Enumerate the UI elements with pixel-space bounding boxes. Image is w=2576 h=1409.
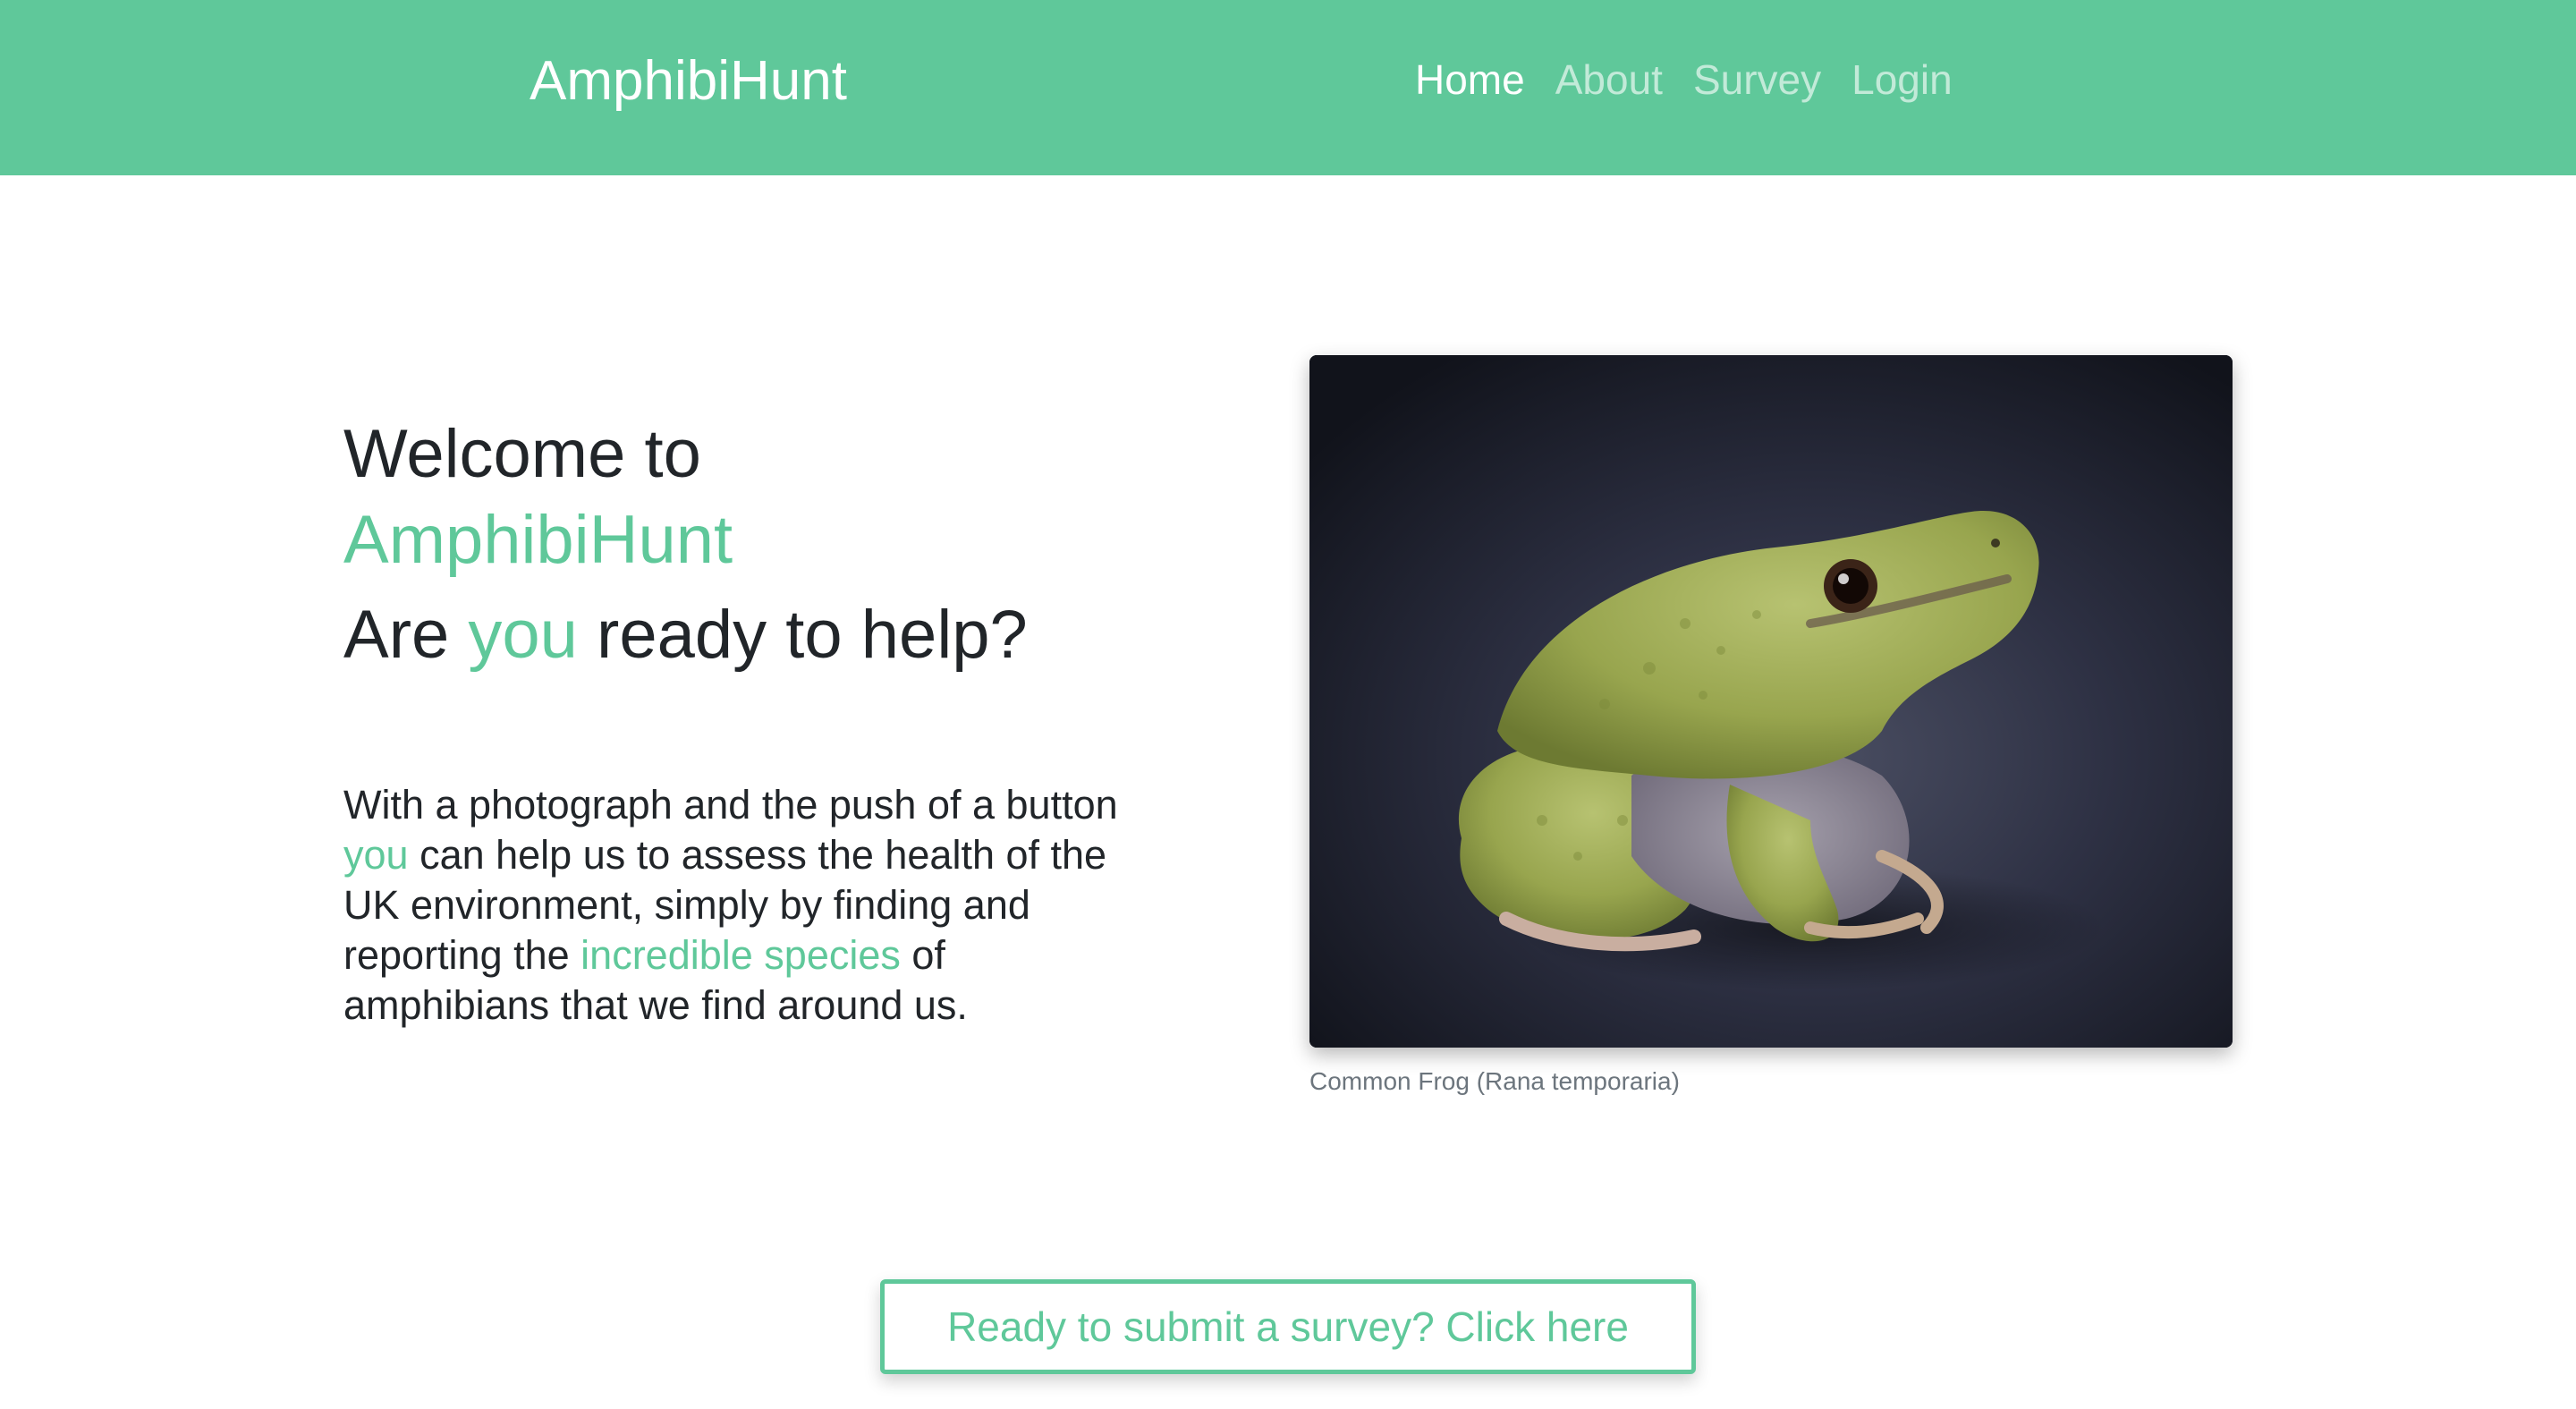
frog-caption: Common Frog (Rana temporaria) — [1309, 1067, 1680, 1095]
brand-heading: AmphibiHunt — [343, 502, 733, 578]
intro-accent-species: incredible species — [580, 932, 901, 978]
ready-heading: Are you ready to help? — [343, 592, 1131, 678]
intro-part1: With a photograph and the push of a butt… — [343, 782, 1118, 828]
nav-links: Home About Survey Login — [1415, 50, 1953, 109]
ready-heading-part1: Are — [343, 597, 469, 673]
intro-accent-you: you — [343, 832, 409, 878]
frog-illustration — [1309, 355, 2233, 1048]
nav-link-about[interactable]: About — [1555, 50, 1663, 109]
ready-heading-part2: ready to help? — [577, 597, 1028, 673]
frog-photo — [1309, 355, 2233, 1048]
submit-survey-button[interactable]: Ready to submit a survey? Click here — [880, 1279, 1696, 1374]
welcome-heading: Welcome to — [343, 416, 701, 492]
navbar: AmphibiHunt Home About Survey Login — [0, 0, 2576, 175]
hero-text: Welcome to AmphibiHunt Are you ready to … — [343, 412, 1131, 1031]
ready-heading-accent: you — [468, 597, 578, 673]
nav-link-home[interactable]: Home — [1415, 50, 1525, 109]
nav-link-survey[interactable]: Survey — [1693, 50, 1821, 109]
intro-paragraph: With a photograph and the push of a butt… — [343, 780, 1131, 1031]
brand-link[interactable]: AmphibiHunt — [530, 48, 847, 115]
nav-link-login[interactable]: Login — [1852, 50, 1953, 109]
frog-figure: Common Frog (Rana temporaria) — [1309, 355, 2233, 1098]
